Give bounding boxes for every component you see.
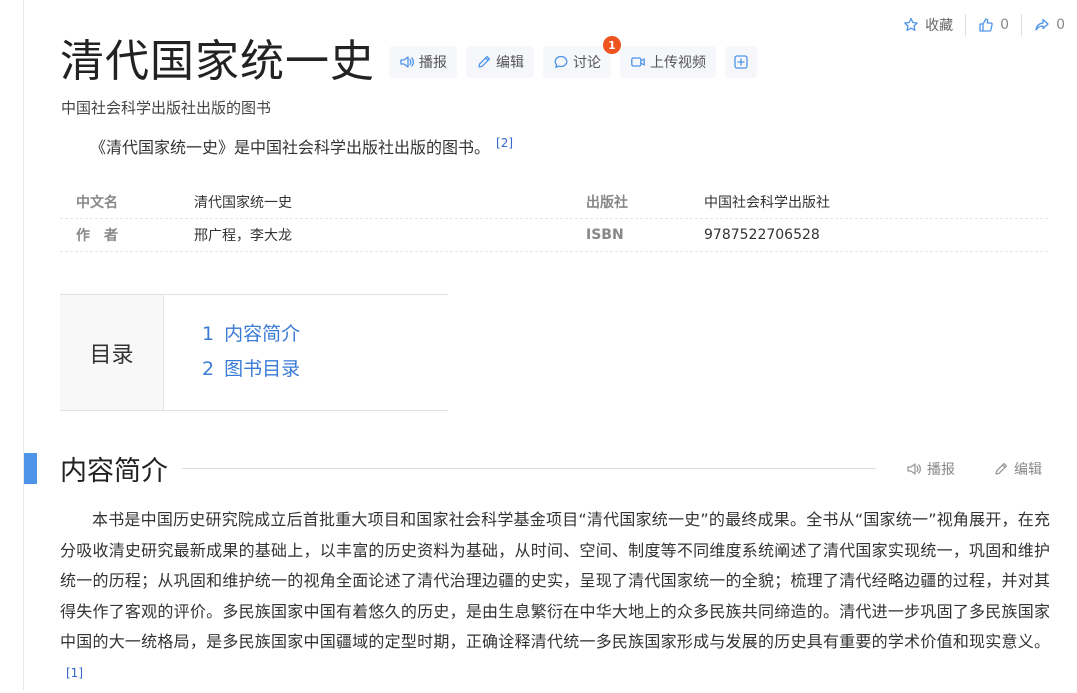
like-count: 0 xyxy=(1000,17,1010,33)
section-read-aloud-button[interactable]: 播报 xyxy=(906,459,955,479)
info-row: 中文名 清代国家统一史 出版社 中国社会科学出版社 xyxy=(60,186,1048,219)
thumbs-up-icon xyxy=(979,18,993,32)
info-row: 作 者 邢广程，李大龙 ISBN 9787522706528 xyxy=(60,219,1048,252)
video-camera-icon xyxy=(631,57,645,67)
like-button[interactable]: 0 xyxy=(965,14,1021,36)
favorite-button[interactable]: 收藏 xyxy=(891,14,965,36)
discuss-button[interactable]: 讨论 1 xyxy=(543,36,621,78)
upload-video-button[interactable]: 上传视频 xyxy=(620,46,716,78)
info-value: 9787522706528 xyxy=(704,227,820,243)
section-divider xyxy=(182,468,876,469)
lemma-summary: 《清代国家统一史》是中国社会科学出版社出版的图书。 [2] xyxy=(90,134,513,158)
pencil-icon xyxy=(478,55,491,68)
info-value: 邢广程，李大龙 xyxy=(194,228,292,244)
title-row: 清代国家统一史 播报 编辑 讨论 1 上传视频 xyxy=(60,36,766,88)
section-edit-button[interactable]: 编辑 xyxy=(993,459,1042,479)
toc-item-label: 内容简介 xyxy=(224,323,301,345)
upload-video-label: 上传视频 xyxy=(650,55,706,71)
info-value: 清代国家统一史 xyxy=(194,195,292,211)
section-paragraph: 本书是中国历史研究院成立后首批重大项目和国家社会科学基金项目“清代国家统一史”的… xyxy=(60,505,1050,693)
toc-item-number: 1 xyxy=(202,323,215,345)
edit-label: 编辑 xyxy=(496,55,524,71)
pencil-icon xyxy=(995,462,1008,475)
summary-reference-link[interactable]: [2] xyxy=(496,136,513,150)
info-key: ISBN xyxy=(586,227,624,243)
paragraph-reference-link[interactable]: [1] xyxy=(66,666,83,680)
share-icon xyxy=(1035,18,1049,31)
speaker-icon xyxy=(400,56,414,68)
share-button[interactable]: 0 xyxy=(1021,14,1077,36)
star-icon xyxy=(904,17,919,31)
toc-item-number: 2 xyxy=(202,358,215,380)
add-button[interactable] xyxy=(725,46,757,78)
discuss-label: 讨论 xyxy=(573,55,601,71)
section-accent-bar xyxy=(24,453,37,484)
favorite-label: 收藏 xyxy=(925,18,954,34)
section-title: 内容简介 xyxy=(60,456,168,487)
discuss-count-badge: 1 xyxy=(603,36,621,54)
toc-item-content-intro[interactable]: 1 内容简介 xyxy=(202,317,300,352)
info-key: 作 者 xyxy=(76,228,118,244)
read-aloud-button[interactable]: 播报 xyxy=(389,46,457,78)
table-of-contents: 目录 1 内容简介 2 图书目录 xyxy=(60,294,448,411)
toc-item-book-contents[interactable]: 2 图书目录 xyxy=(202,352,300,387)
info-key: 中文名 xyxy=(76,195,118,211)
top-stats: 收藏 0 0 xyxy=(891,14,1077,36)
section-edit-label: 编辑 xyxy=(1014,462,1042,478)
basic-info-box: 中文名 清代国家统一史 出版社 中国社会科学出版社 作 者 邢广程，李大龙 IS… xyxy=(60,186,1048,252)
read-aloud-label: 播报 xyxy=(419,55,447,71)
section-read-aloud-label: 播报 xyxy=(927,462,955,478)
speaker-icon xyxy=(907,463,921,475)
left-border xyxy=(23,0,24,690)
page-subtitle: 中国社会科学出版社出版的图书 xyxy=(61,99,272,117)
info-key: 出版社 xyxy=(586,195,628,211)
info-value: 中国社会科学出版社 xyxy=(704,195,830,211)
chat-bubble-icon xyxy=(554,55,568,69)
summary-text: 《清代国家统一史》是中国社会科学出版社出版的图书。 xyxy=(90,138,491,157)
edit-button[interactable]: 编辑 xyxy=(466,46,534,78)
toc-item-label: 图书目录 xyxy=(224,358,301,380)
share-count: 0 xyxy=(1056,17,1065,33)
page-title: 清代国家统一史 xyxy=(60,36,375,87)
plus-square-icon xyxy=(734,55,748,69)
paragraph-text: 本书是中国历史研究院成立后首批重大项目和国家社会科学基金项目“清代国家统一史”的… xyxy=(60,510,1050,651)
toc-list: 1 内容简介 2 图书目录 xyxy=(164,295,300,410)
toc-label: 目录 xyxy=(60,295,164,410)
